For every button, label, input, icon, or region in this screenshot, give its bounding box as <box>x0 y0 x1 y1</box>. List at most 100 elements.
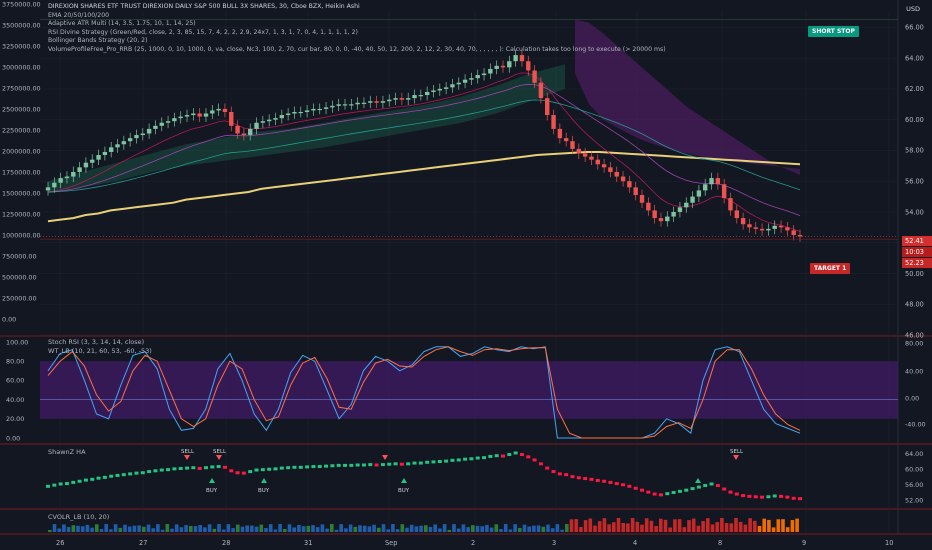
volume-bar <box>734 518 738 532</box>
ha-block <box>658 493 663 497</box>
volume-bar <box>767 519 771 532</box>
candle-body <box>273 118 278 120</box>
ha-block <box>431 460 436 464</box>
candle-body <box>71 171 76 177</box>
ha-block <box>576 476 581 480</box>
ha-block <box>336 463 341 467</box>
volume-bar <box>494 524 499 532</box>
ha-block <box>551 470 556 474</box>
stoch-axis-tick-label: 40.00 <box>6 396 24 404</box>
volume-bar <box>109 529 113 532</box>
volume-bar <box>461 524 466 532</box>
ha-block <box>58 482 63 486</box>
cvolr-label[interactable]: CVOLR_LB (10, 20) <box>48 513 109 521</box>
right-axis-tick-label: 60.00 <box>905 116 924 124</box>
candle-body <box>563 138 569 142</box>
ha-axis-tick-label: 64.00 <box>905 450 923 458</box>
volume-bar <box>785 527 790 532</box>
candle-body <box>456 82 461 85</box>
ha-block <box>665 492 670 496</box>
ha-block <box>513 451 518 455</box>
ha-block <box>690 487 695 491</box>
volume-bar <box>720 518 724 532</box>
candle-body <box>90 159 95 163</box>
volume-bar <box>118 527 123 532</box>
volume-bar <box>536 525 541 532</box>
x-axis-tick-label: 2 <box>471 539 475 547</box>
ha-block <box>526 455 531 459</box>
volume-bar <box>320 524 325 532</box>
ha-block <box>178 466 183 470</box>
candle-body <box>279 115 285 119</box>
left-axis-tick-label: 2500000.00 <box>2 105 41 113</box>
ha-block <box>437 460 442 463</box>
volume-bar <box>146 524 151 532</box>
ha-block <box>463 457 468 461</box>
volume-bar <box>771 527 776 532</box>
ha-block <box>380 463 385 467</box>
candle-body <box>222 108 228 112</box>
sell-arrow <box>382 455 388 460</box>
volume-bar <box>330 524 334 532</box>
sell-arrow <box>733 455 739 460</box>
wt-axis-tick-label: 40.00 <box>905 367 923 375</box>
volume-bar <box>687 520 691 532</box>
volume-bar <box>66 527 71 532</box>
candle-body <box>298 111 303 114</box>
buy-arrow <box>401 478 407 483</box>
candle-body <box>475 75 480 79</box>
shawnz-ha-label[interactable]: ShawnZ HA <box>48 448 86 456</box>
volume-bar <box>456 528 461 532</box>
chart-canvas[interactable]: 66.00 64.00 62.00 60.00 58.00 56.00 54.00 52.00… <box>0 0 932 550</box>
volume-bar <box>691 518 696 532</box>
x-axis-tick-label: 28 <box>222 539 230 547</box>
candle-body <box>127 138 133 142</box>
volume-bar <box>588 518 593 532</box>
candle-body <box>349 104 354 106</box>
candle-body <box>747 224 752 228</box>
volume-bar <box>715 522 719 532</box>
candle-body <box>551 115 556 129</box>
ha-block <box>500 454 505 458</box>
ha-block <box>722 487 727 491</box>
candle-body <box>323 107 329 109</box>
candle-body <box>260 121 266 123</box>
ha-block <box>387 462 392 466</box>
volume-bar <box>442 524 447 532</box>
currency-label: USD <box>906 5 920 13</box>
volume-bar <box>466 527 470 532</box>
ha-block <box>159 468 164 472</box>
volume-bar <box>762 518 766 532</box>
stoch-rsi-label[interactable]: Stoch RSI (3, 3, 14, 14, close) <box>48 338 144 346</box>
candle-body <box>254 122 259 129</box>
volume-bar <box>127 526 132 532</box>
ha-block <box>595 478 600 482</box>
ha-block <box>709 482 714 486</box>
candle-body <box>266 119 272 122</box>
candle-body <box>601 164 607 168</box>
volume-bar <box>325 528 329 532</box>
volume-bar <box>90 527 94 532</box>
volume-bar <box>753 520 757 532</box>
ha-block <box>766 495 771 499</box>
volume-bar <box>696 525 701 532</box>
volume-bar <box>268 524 273 532</box>
left-axis-tick-label: 3750000.00 <box>2 0 41 8</box>
volume-bar <box>668 527 672 532</box>
candle-body <box>481 73 487 76</box>
ha-block <box>254 468 259 472</box>
volume-bar <box>57 528 61 532</box>
volume-bar <box>626 523 630 532</box>
ha-block <box>197 466 202 470</box>
candle-body <box>715 178 721 185</box>
wt-label[interactable]: WT_LB (10, 21, 60, 53, -60, -53) <box>48 347 152 355</box>
ha-block <box>140 471 145 475</box>
volume-bar <box>663 519 668 532</box>
ha-block <box>109 474 114 478</box>
ha-block <box>330 464 335 468</box>
ha-block <box>324 464 329 468</box>
target-price-tag: 52.23 <box>902 258 932 268</box>
candle-body <box>330 105 335 108</box>
right-axis-tick-label: 62.00 <box>905 85 924 93</box>
left-axis-tick-label: 2250000.00 <box>2 126 41 134</box>
